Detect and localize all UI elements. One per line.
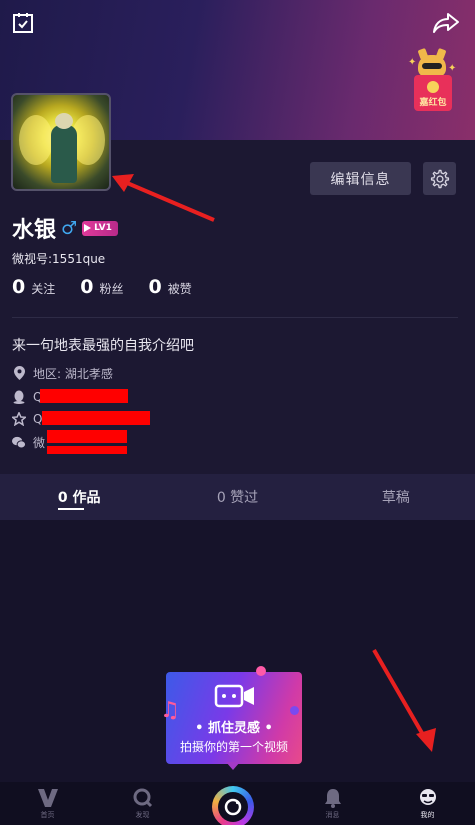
checkin-calendar-icon[interactable] bbox=[10, 10, 36, 36]
annotation-arrow-icon bbox=[372, 648, 436, 752]
stat-followers[interactable]: 0 粉丝 bbox=[80, 276, 123, 298]
share-icon[interactable] bbox=[432, 10, 460, 36]
nav-label: 我的 bbox=[420, 811, 435, 819]
tab-works[interactable]: 0 作品 bbox=[0, 474, 158, 520]
bio-text[interactable]: 来一句地表最强的自我介绍吧 bbox=[12, 335, 194, 355]
location-row: 地区: 湖北孝感 bbox=[12, 365, 113, 381]
wechat-row: 微 bbox=[12, 434, 45, 450]
gender-male-icon: ♂ bbox=[61, 217, 78, 239]
wechat-icon bbox=[12, 435, 26, 449]
video-camera-icon bbox=[214, 684, 256, 708]
nav-label: 发现 bbox=[135, 811, 150, 819]
annotation-arrow-icon bbox=[112, 174, 215, 222]
weishi-id: 微视号:1551que bbox=[12, 252, 106, 266]
red-packet-button[interactable]: ✦ ✦ 嘉红包 bbox=[408, 55, 457, 115]
stat-count: 0 bbox=[80, 276, 94, 298]
nav-discover[interactable]: 发现 bbox=[95, 782, 190, 825]
redaction-bar bbox=[42, 411, 150, 425]
me-icon bbox=[417, 788, 439, 808]
redaction-bar bbox=[47, 430, 127, 443]
qzone-row: Q bbox=[12, 411, 42, 427]
sparkle-icon: ✦ bbox=[448, 63, 457, 74]
stat-following[interactable]: 0 关注 bbox=[12, 276, 55, 298]
play-icon bbox=[84, 224, 92, 232]
bell-icon bbox=[322, 788, 344, 808]
stat-label: 关注 bbox=[31, 282, 56, 296]
edit-profile-button[interactable]: 编辑信息 bbox=[310, 162, 411, 195]
camera-icon bbox=[218, 792, 248, 822]
location-text: 地区: 湖北孝感 bbox=[33, 366, 113, 381]
qq-penguin-icon bbox=[12, 390, 26, 404]
settings-button[interactable] bbox=[423, 162, 456, 195]
stat-label: 被赞 bbox=[167, 282, 192, 296]
stats-row: 0 关注 0 粉丝 0 被赞 bbox=[12, 276, 217, 302]
divider bbox=[12, 317, 458, 318]
stat-likes[interactable]: 0 被赞 bbox=[149, 276, 192, 298]
location-pin-icon bbox=[12, 366, 26, 380]
avatar[interactable] bbox=[11, 93, 111, 191]
nav-me[interactable]: 我的 bbox=[380, 782, 475, 825]
star-icon bbox=[12, 412, 26, 426]
tab-liked[interactable]: 0 赞过 bbox=[158, 474, 316, 520]
decor-dot bbox=[256, 666, 266, 676]
sparkle-icon: ✦ bbox=[408, 57, 417, 68]
promo-pointer bbox=[226, 762, 240, 770]
record-video-button[interactable] bbox=[212, 786, 254, 825]
username: 水银 bbox=[12, 218, 57, 243]
qq-row: Q bbox=[12, 389, 42, 405]
name-row: 水银 ♂ LV1 bbox=[12, 214, 118, 243]
home-v-icon bbox=[37, 788, 59, 808]
stat-count: 0 bbox=[12, 276, 26, 298]
nav-messages[interactable]: 消息 bbox=[285, 782, 380, 825]
profile-tabs: 0 作品 0 赞过 草稿 bbox=[0, 474, 475, 520]
red-packet-icon: 嘉红包 bbox=[414, 75, 452, 111]
nav-home[interactable]: 首页 bbox=[0, 782, 95, 825]
stat-label: 粉丝 bbox=[99, 282, 124, 296]
promo-title: • 抓住灵感 • bbox=[195, 721, 273, 736]
active-tab-indicator bbox=[58, 508, 84, 510]
nav-label: 首页 bbox=[40, 811, 55, 819]
promo-subtitle: 拍摄你的第一个视频 bbox=[179, 740, 288, 754]
cat-mascot-icon bbox=[418, 55, 446, 77]
redaction-bar bbox=[47, 446, 127, 454]
stat-count: 0 bbox=[148, 276, 162, 298]
decor-dot bbox=[290, 706, 299, 715]
wechat-text: 微 bbox=[33, 435, 46, 450]
redaction-bar bbox=[40, 389, 128, 403]
discover-icon bbox=[132, 788, 154, 808]
red-packet-label: 嘉红包 bbox=[419, 98, 447, 108]
nav-label: 消息 bbox=[325, 811, 340, 819]
gear-icon bbox=[430, 169, 449, 188]
profile-panel bbox=[0, 140, 475, 520]
tab-drafts[interactable]: 草稿 bbox=[317, 474, 475, 520]
